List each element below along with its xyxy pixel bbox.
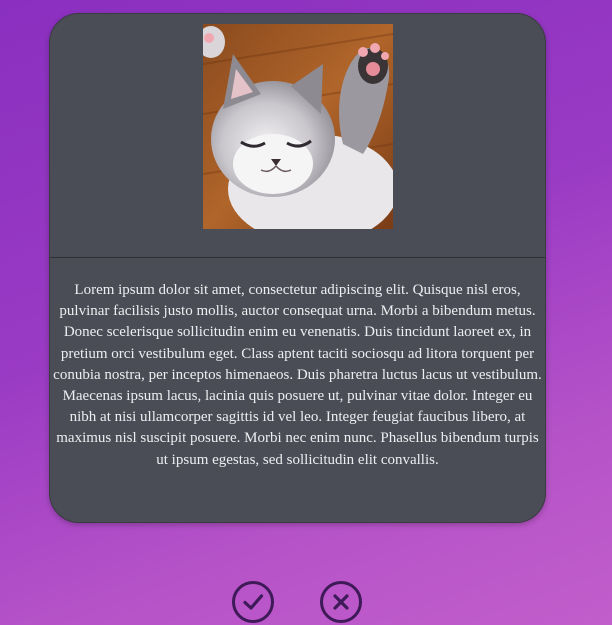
reject-button[interactable] [320, 581, 362, 623]
content-card: Lorem ipsum dolor sit amet, consectetur … [49, 13, 546, 523]
check-icon [243, 594, 264, 610]
image-area [50, 14, 545, 258]
card-body-text: Lorem ipsum dolor sit amet, consectetur … [53, 282, 542, 468]
kitten-image [203, 24, 393, 229]
close-icon [333, 594, 349, 610]
accept-button[interactable] [232, 581, 274, 623]
